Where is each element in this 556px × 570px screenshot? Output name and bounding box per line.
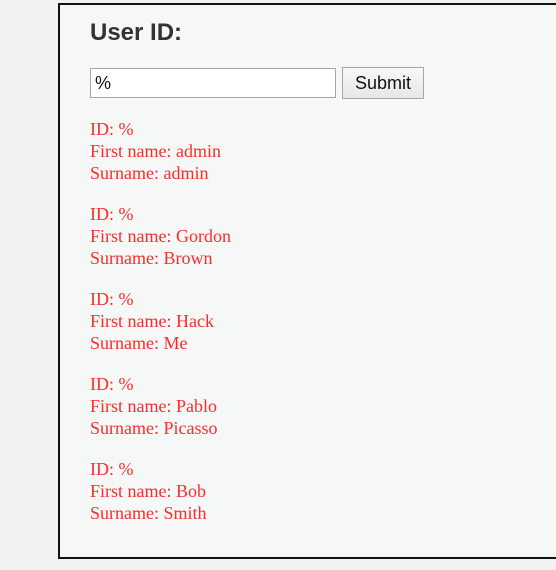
record-surname: Surname: admin [90,163,209,183]
result-record: ID: % First name: Pablo Surname: Picasso [90,373,530,439]
results-list: ID: % First name: admin Surname: admin I… [90,118,530,543]
record-surname: Surname: Smith [90,503,207,523]
record-surname: Surname: Picasso [90,418,218,438]
record-first-name: First name: Hack [90,311,214,331]
record-id: ID: % [90,119,134,139]
submit-button[interactable]: Submit [342,67,425,99]
record-id: ID: % [90,374,134,394]
result-record: ID: % First name: admin Surname: admin [90,118,530,184]
user-id-label: User ID: [90,19,183,46]
record-first-name: First name: admin [90,141,221,161]
record-first-name: First name: Gordon [90,226,231,246]
content-panel: User ID: Submit ID: % First name: admin … [58,3,556,559]
record-first-name: First name: Bob [90,481,206,501]
result-record: ID: % First name: Gordon Surname: Brown [90,203,530,269]
record-id: ID: % [90,459,134,479]
result-record: ID: % First name: Bob Surname: Smith [90,458,530,524]
user-id-input[interactable] [90,68,336,98]
record-id: ID: % [90,204,134,224]
record-id: ID: % [90,289,134,309]
result-record: ID: % First name: Hack Surname: Me [90,288,530,354]
search-form: Submit [90,67,425,99]
record-surname: Surname: Me [90,333,188,353]
record-surname: Surname: Brown [90,248,213,268]
record-first-name: First name: Pablo [90,396,217,416]
